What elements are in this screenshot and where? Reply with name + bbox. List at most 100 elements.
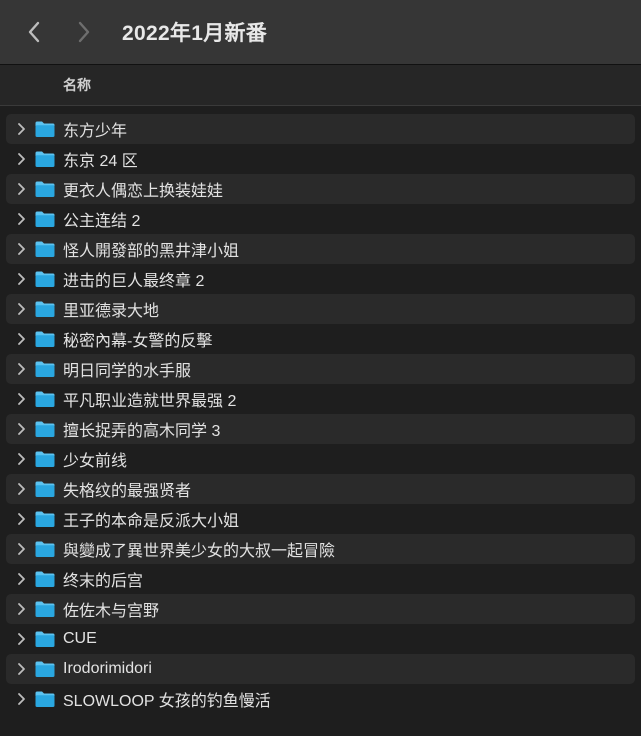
- list-item[interactable]: CUE: [6, 624, 635, 654]
- disclosure-toggle[interactable]: [14, 302, 28, 316]
- folder-icon: [35, 661, 55, 677]
- disclosure-toggle[interactable]: [14, 572, 28, 586]
- chevron-right-icon: [17, 513, 25, 525]
- list-item[interactable]: 公主连结 2: [6, 204, 635, 234]
- disclosure-toggle[interactable]: [14, 692, 28, 706]
- chevron-right-icon: [17, 693, 25, 705]
- list-item[interactable]: 秘密內幕-女警的反擊: [6, 324, 635, 354]
- list-item[interactable]: Irodorimidori: [6, 654, 635, 684]
- list-item[interactable]: 擅长捉弄的高木同学 3: [6, 414, 635, 444]
- back-button[interactable]: [20, 14, 48, 50]
- toolbar: 2022年1月新番: [0, 0, 641, 65]
- list-item[interactable]: 少女前线: [6, 444, 635, 474]
- list-item[interactable]: 平凡职业造就世界最强 2: [6, 384, 635, 414]
- list-item[interactable]: 怪人開發部的黑井津小姐: [6, 234, 635, 264]
- folder-icon: [35, 121, 55, 137]
- disclosure-toggle[interactable]: [14, 242, 28, 256]
- chevron-right-icon: [17, 663, 25, 675]
- folder-name: 东京 24 区: [63, 153, 138, 170]
- list-item[interactable]: SLOWLOOP 女孩的钓鱼慢活: [6, 684, 635, 714]
- list-item[interactable]: 王子的本命是反派大小姐: [6, 504, 635, 534]
- folder-name: 怪人開發部的黑井津小姐: [63, 243, 240, 260]
- finder-window: 2022年1月新番 名称 东方少年东京 24 区更衣人偶恋上换装娃娃公主连结 2…: [0, 0, 641, 736]
- folder-icon: [35, 361, 55, 377]
- folder-name: 东方少年: [63, 123, 128, 140]
- folder-name: 平凡职业造就世界最强 2: [63, 393, 237, 410]
- list-item[interactable]: 明日同学的水手服: [6, 354, 635, 384]
- disclosure-toggle[interactable]: [14, 482, 28, 496]
- folder-icon: [35, 511, 55, 527]
- list-item[interactable]: 终末的后宫: [6, 564, 635, 594]
- column-header-name[interactable]: 名称: [63, 75, 91, 95]
- disclosure-toggle[interactable]: [14, 602, 28, 616]
- folder-icon: [35, 421, 55, 437]
- disclosure-toggle[interactable]: [14, 272, 28, 286]
- disclosure-toggle[interactable]: [14, 632, 28, 646]
- disclosure-toggle[interactable]: [14, 332, 28, 346]
- folder-name: 失格纹的最强贤者: [63, 483, 192, 500]
- folder-icon: [35, 571, 55, 587]
- folder-name: 王子的本命是反派大小姐: [63, 513, 240, 530]
- chevron-right-icon: [17, 573, 25, 585]
- folder-icon: [35, 691, 55, 707]
- chevron-right-icon: [17, 363, 25, 375]
- folder-name: 终末的后宫: [63, 573, 144, 590]
- folder-name: SLOWLOOP 女孩的钓鱼慢活: [63, 693, 271, 710]
- list-item[interactable]: 佐佐木与宫野: [6, 594, 635, 624]
- disclosure-toggle[interactable]: [14, 392, 28, 406]
- list-item[interactable]: 里亚德录大地: [6, 294, 635, 324]
- folder-icon: [35, 241, 55, 257]
- folder-name: 秘密內幕-女警的反擊: [63, 333, 213, 350]
- chevron-right-icon: [17, 423, 25, 435]
- chevron-right-icon: [78, 21, 90, 43]
- folder-icon: [35, 391, 55, 407]
- disclosure-toggle[interactable]: [14, 422, 28, 436]
- chevron-right-icon: [17, 153, 25, 165]
- chevron-right-icon: [17, 333, 25, 345]
- folder-name: 更衣人偶恋上换装娃娃: [63, 183, 224, 200]
- chevron-right-icon: [17, 303, 25, 315]
- disclosure-toggle[interactable]: [14, 542, 28, 556]
- chevron-right-icon: [17, 123, 25, 135]
- disclosure-toggle[interactable]: [14, 182, 28, 196]
- window-title: 2022年1月新番: [122, 22, 268, 45]
- chevron-right-icon: [17, 183, 25, 195]
- disclosure-toggle[interactable]: [14, 452, 28, 466]
- folder-icon: [35, 301, 55, 317]
- column-header: 名称: [0, 65, 641, 106]
- list-item[interactable]: 失格纹的最强贤者: [6, 474, 635, 504]
- chevron-right-icon: [17, 213, 25, 225]
- file-list: 东方少年东京 24 区更衣人偶恋上换装娃娃公主连结 2 怪人開發部的黑井津小姐 进击…: [0, 106, 641, 714]
- chevron-right-icon: [17, 603, 25, 615]
- chevron-left-icon: [28, 21, 40, 43]
- chevron-right-icon: [17, 543, 25, 555]
- folder-icon: [35, 211, 55, 227]
- folder-name: 明日同学的水手服: [63, 363, 192, 380]
- folder-icon: [35, 271, 55, 287]
- list-item[interactable]: 进击的巨人最终章 2: [6, 264, 635, 294]
- folder-name: 进击的巨人最终章 2: [63, 273, 205, 290]
- disclosure-toggle[interactable]: [14, 662, 28, 676]
- folder-icon: [35, 181, 55, 197]
- disclosure-toggle[interactable]: [14, 122, 28, 136]
- list-item[interactable]: 东京 24 区: [6, 144, 635, 174]
- folder-icon: [35, 481, 55, 497]
- list-item[interactable]: 與變成了異世界美少女的大叔一起冒險: [6, 534, 635, 564]
- folder-name: 與變成了異世界美少女的大叔一起冒險: [63, 543, 336, 560]
- disclosure-toggle[interactable]: [14, 362, 28, 376]
- list-item[interactable]: 更衣人偶恋上换装娃娃: [6, 174, 635, 204]
- chevron-right-icon: [17, 393, 25, 405]
- disclosure-toggle[interactable]: [14, 512, 28, 526]
- folder-icon: [35, 601, 55, 617]
- chevron-right-icon: [17, 483, 25, 495]
- folder-icon: [35, 151, 55, 167]
- folder-name: CUE: [63, 630, 97, 647]
- list-item[interactable]: 东方少年: [6, 114, 635, 144]
- folder-icon: [35, 331, 55, 347]
- folder-icon: [35, 451, 55, 467]
- folder-name: 佐佐木与宫野: [63, 603, 160, 620]
- disclosure-toggle[interactable]: [14, 152, 28, 166]
- folder-name: 里亚德录大地: [63, 303, 160, 320]
- forward-button[interactable]: [70, 14, 98, 50]
- disclosure-toggle[interactable]: [14, 212, 28, 226]
